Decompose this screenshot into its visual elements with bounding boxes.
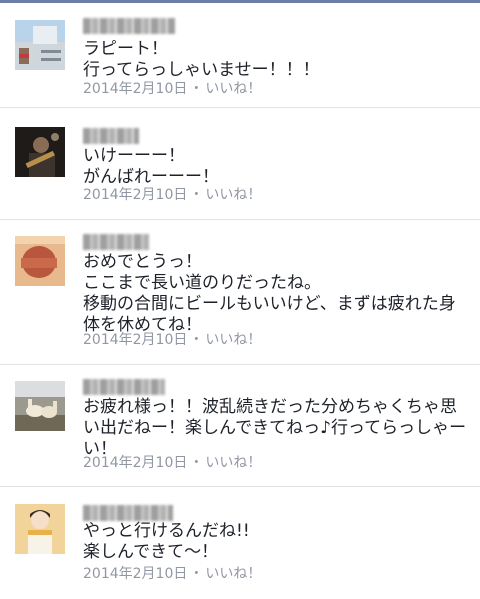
comment-meta: 2014年2月10日・いいね！: [83, 565, 261, 583]
comment-date[interactable]: 2014年2月10日: [83, 332, 187, 348]
comment-item: いけーーー！ がんばれーーー！ 2014年2月10日・いいね！: [0, 108, 480, 220]
comment-date[interactable]: 2014年2月10日: [83, 81, 187, 97]
like-button[interactable]: いいね！: [205, 455, 261, 471]
like-button[interactable]: いいね！: [205, 332, 261, 348]
meta-separator: ・: [189, 455, 204, 471]
like-button[interactable]: いいね！: [205, 81, 261, 97]
author-name-redacted[interactable]: [83, 128, 139, 144]
comment-text: ラピート！ 行ってらっしゃいませー！！！: [83, 39, 320, 80]
avatar-photo-icon: [15, 236, 65, 286]
avatar[interactable]: [15, 20, 65, 70]
avatar[interactable]: [15, 381, 65, 431]
author-name-redacted[interactable]: [83, 234, 149, 250]
comment-item: ラピート！ 行ってらっしゃいませー！！！ 2014年2月10日・いいね！: [0, 3, 480, 108]
meta-separator: ・: [189, 81, 204, 97]
like-button[interactable]: いいね！: [205, 566, 261, 582]
comment-item: お疲れ様っ！！波乱続きだった分めちゃくちゃ思い出だねー！楽しんできてねっ♪行って…: [0, 365, 480, 487]
comment-date[interactable]: 2014年2月10日: [83, 187, 187, 203]
avatar[interactable]: [15, 127, 65, 177]
meta-separator: ・: [189, 187, 204, 203]
author-name-redacted[interactable]: [83, 18, 175, 34]
author-name-redacted[interactable]: [83, 379, 165, 395]
avatar[interactable]: [15, 504, 65, 554]
like-button[interactable]: いいね！: [205, 187, 261, 203]
comment-meta: 2014年2月10日・いいね！: [83, 186, 261, 204]
comment-date[interactable]: 2014年2月10日: [83, 566, 187, 582]
avatar-photo-icon: [15, 504, 65, 554]
comment-meta: 2014年2月10日・いいね！: [83, 331, 261, 349]
comment-text: お疲れ様っ！！波乱続きだった分めちゃくちゃ思い出だねー！楽しんできてねっ♪行って…: [83, 397, 467, 459]
avatar-photo-icon: [15, 20, 65, 70]
comment-meta: 2014年2月10日・いいね！: [83, 454, 261, 472]
avatar-photo-icon: [15, 381, 65, 431]
comment-item: やっと行けるんだね!! 楽しんできて〜！ 2014年2月10日・いいね！: [0, 487, 480, 599]
comment-text: やっと行けるんだね!! 楽しんできて〜！: [83, 521, 250, 562]
avatar[interactable]: [15, 236, 65, 286]
meta-separator: ・: [189, 566, 204, 582]
avatar-photo-icon: [15, 127, 65, 177]
meta-separator: ・: [189, 332, 204, 348]
comment-text: おめでとうっ！ ここまで長い道のりだったね。 移動の合間にビールもいいけど、まず…: [83, 252, 456, 335]
author-name-redacted[interactable]: [83, 505, 173, 521]
comment-item: おめでとうっ！ ここまで長い道のりだったね。 移動の合間にビールもいいけど、まず…: [0, 220, 480, 365]
comment-text: いけーーー！ がんばれーーー！: [83, 146, 219, 187]
comment-date[interactable]: 2014年2月10日: [83, 455, 187, 471]
comment-meta: 2014年2月10日・いいね！: [83, 80, 261, 98]
